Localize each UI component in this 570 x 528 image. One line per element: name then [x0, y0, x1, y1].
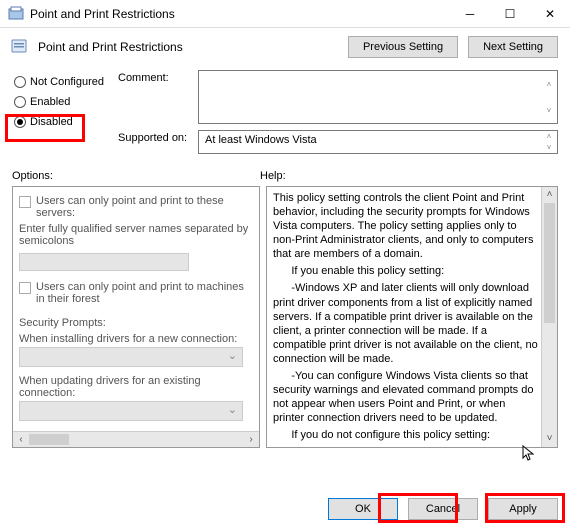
help-label: Help: — [260, 170, 558, 182]
previous-setting-button[interactable]: Previous Setting — [348, 36, 458, 58]
checkbox-label: Users can only point and print to these … — [36, 195, 255, 219]
minimize-button[interactable]: ─ — [450, 0, 490, 28]
ok-button[interactable]: OK — [328, 498, 398, 520]
radio-enabled[interactable]: Enabled — [12, 92, 112, 112]
dialog-title: Point and Print Restrictions — [38, 40, 338, 54]
radio-label: Disabled — [30, 116, 73, 128]
options-label: Options: — [12, 170, 260, 182]
security-prompts-heading: Security Prompts: — [19, 317, 255, 329]
help-panel: This policy setting controls the client … — [266, 186, 558, 448]
radio-label: Enabled — [30, 96, 70, 108]
options-h-scrollbar[interactable]: ‹› — [13, 431, 259, 447]
supported-on-field: At least Windows Vista ˄˅ — [198, 130, 558, 154]
close-button[interactable]: ✕ — [530, 0, 570, 28]
checkbox-label: Users can only point and print to machin… — [36, 281, 255, 305]
help-text: -You can configure Windows Vista clients… — [273, 369, 539, 425]
servers-instruction: Enter fully qualified server names separ… — [19, 221, 255, 251]
install-drivers-label: When installing drivers for a new connec… — [19, 333, 255, 345]
servers-input[interactable] — [19, 253, 189, 271]
comment-label: Comment: — [118, 70, 198, 84]
checkbox-icon — [19, 196, 31, 208]
radio-icon — [14, 76, 26, 88]
apply-button[interactable]: Apply — [488, 498, 558, 520]
help-v-scrollbar[interactable]: ˄˅ — [541, 187, 557, 447]
radio-not-configured[interactable]: Not Configured — [12, 72, 112, 92]
policy-state-section: Not Configured Enabled Disabled Comment:… — [0, 66, 570, 160]
main-content: Users can only point and print to these … — [0, 186, 570, 448]
help-text: If you do not configure this policy sett… — [273, 428, 539, 442]
dialog-header: Point and Print Restrictions Previous Se… — [0, 28, 570, 66]
checkbox-point-print-forest[interactable]: Users can only point and print to machin… — [19, 279, 255, 307]
help-text: -Windows XP and later clients will only … — [273, 281, 539, 365]
radio-disabled[interactable]: Disabled — [12, 112, 112, 132]
help-text: -Windows Vista client computers can poin… — [273, 445, 539, 448]
section-labels: Options: Help: — [0, 160, 570, 186]
update-drivers-label: When updating drivers for an existing co… — [19, 375, 255, 399]
install-drivers-select[interactable] — [19, 347, 243, 367]
supported-scrollbar[interactable]: ˄˅ — [541, 131, 557, 153]
checkbox-icon — [19, 282, 31, 294]
fields-column: Comment: ˄˅ Supported on: At least Windo… — [118, 70, 558, 160]
dialog-footer: OK Cancel Apply — [0, 490, 570, 528]
policy-icon — [10, 38, 28, 56]
radio-icon — [14, 96, 26, 108]
radio-icon — [14, 116, 26, 128]
mouse-cursor-icon — [522, 445, 536, 463]
options-panel: Users can only point and print to these … — [12, 186, 260, 448]
comment-textarea[interactable]: ˄˅ — [198, 70, 558, 124]
help-text: If you enable this policy setting: — [273, 264, 539, 278]
maximize-button[interactable]: ☐ — [490, 0, 530, 28]
window-title: Point and Print Restrictions — [30, 7, 450, 21]
radio-label: Not Configured — [30, 76, 104, 88]
comment-scrollbar[interactable]: ˄˅ — [541, 71, 557, 123]
state-radio-group: Not Configured Enabled Disabled — [12, 70, 112, 160]
next-setting-button[interactable]: Next Setting — [468, 36, 558, 58]
help-text: This policy setting controls the client … — [273, 191, 539, 261]
supported-on-label: Supported on: — [118, 130, 198, 144]
cancel-button[interactable]: Cancel — [408, 498, 478, 520]
checkbox-point-print-servers[interactable]: Users can only point and print to these … — [19, 193, 255, 221]
app-icon — [8, 6, 24, 22]
update-drivers-select[interactable] — [19, 401, 243, 421]
titlebar: Point and Print Restrictions ─ ☐ ✕ — [0, 0, 570, 28]
supported-on-value: At least Windows Vista — [205, 134, 317, 146]
